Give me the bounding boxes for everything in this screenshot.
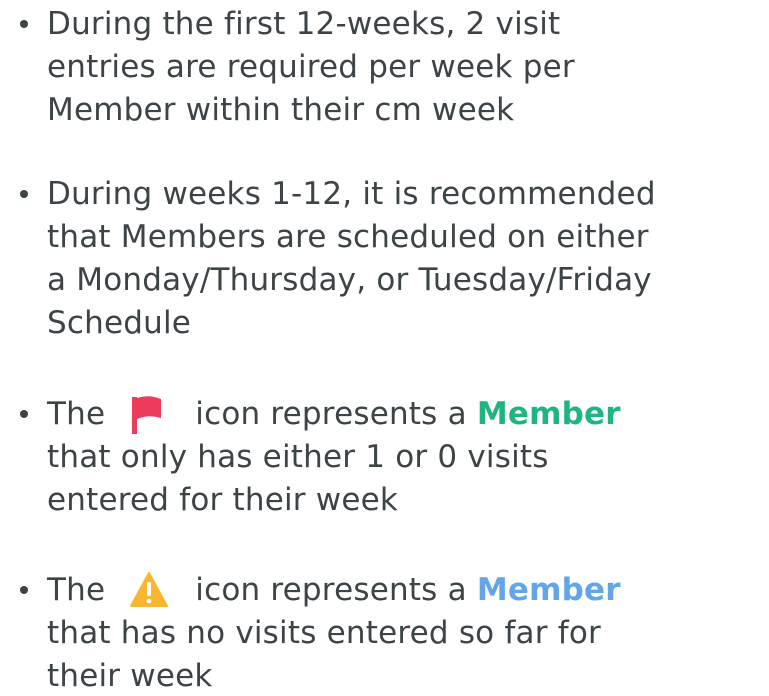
- bullet-prefix: The: [47, 396, 106, 432]
- bullet-line: Member within their cm week: [47, 92, 515, 128]
- bullet-prefix: The: [47, 572, 106, 608]
- bullet-line: a Monday/Thursday, or Tuesday/Friday: [47, 262, 652, 298]
- legend-description: icon represents a: [195, 396, 467, 432]
- legend-description: icon represents a: [195, 572, 467, 608]
- bullet-dot: [20, 20, 28, 28]
- bullet-line: During weeks 1-12, it is recommended: [47, 176, 656, 212]
- warning-triangle-icon: [127, 570, 173, 610]
- bullet-first-line: The icon represents a Member: [47, 394, 621, 434]
- red-flag-icon: [127, 394, 173, 434]
- bullet-line: that Members are scheduled on either: [47, 219, 649, 255]
- bullet-line: entries are required per week per: [47, 49, 575, 85]
- bullet-dot: [20, 190, 28, 198]
- bullet-dot: [20, 410, 28, 418]
- bullet-line: their week: [47, 658, 213, 694]
- member-highlight: Member: [476, 572, 621, 608]
- bullet-line: that has no visits entered so far for: [47, 615, 601, 651]
- instruction-page: During the first 12-weeks, 2 visit entri…: [0, 0, 769, 695]
- bullet-first-line: The icon represents a Member: [47, 570, 621, 610]
- bullet-dot: [20, 586, 28, 594]
- bullet-line: that only has either 1 or 0 visits: [47, 439, 549, 475]
- bullet-line: Schedule: [47, 305, 192, 341]
- bullet-line: entered for their week: [47, 482, 399, 518]
- bullet-line: During the first 12-weeks, 2 visit: [47, 6, 561, 42]
- member-highlight: Member: [476, 396, 621, 432]
